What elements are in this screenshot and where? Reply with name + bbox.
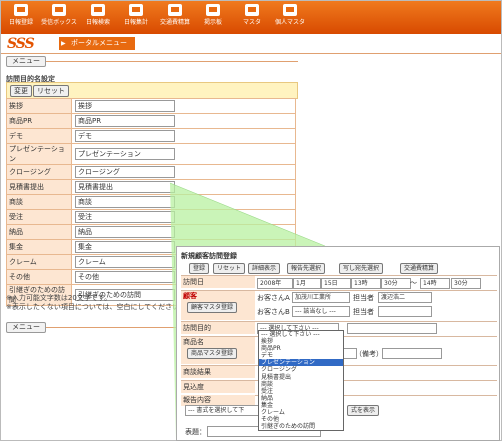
minute-to-select[interactable]: 30分 [451,278,481,289]
result-label: 商談結果 [181,366,255,378]
visit-date-label: 訪問日 [181,276,255,288]
reset-button[interactable]: リセット [213,263,246,274]
transport-expense-button[interactable]: 交通費精算 [400,263,439,274]
show-template-button[interactable]: 式を表示 [347,405,380,416]
person-a-input[interactable]: 渡辺浩二 [378,292,432,303]
dropdown-option[interactable]: 引継ぎのための訪問 [259,423,343,430]
hour-to-select[interactable]: 14時 [420,278,450,289]
dropdown-option[interactable]: クロージング [259,366,343,373]
report-template-select[interactable]: --- 書式を選択して下 [185,405,267,416]
detail-view-button[interactable]: 詳細表示 [248,263,281,274]
dropdown-option[interactable]: 商談 [259,381,343,388]
day-select[interactable]: 15日 [321,278,351,289]
time-range-separator: ～ [410,279,417,287]
hour-from-select[interactable]: 13時 [351,278,381,289]
remarks-label: （備考） [355,350,383,358]
dropdown-option[interactable]: 集金 [259,402,343,409]
prospect-label: 見込度 [181,381,255,393]
year-select[interactable]: 2008年 [257,278,293,289]
customer-b-label: お客さんB [257,308,290,316]
person-a-label: 担当者 [353,294,374,302]
customer-a-label: お客さんA [257,294,290,302]
month-select[interactable]: 1月 [293,278,321,289]
dropdown-option[interactable]: 受注 [259,388,343,395]
report-recipient-button[interactable]: 報告先選択 [287,263,326,274]
customer-master-register-button[interactable]: 顧客マスタ登録 [187,302,238,313]
dropdown-option[interactable]: 見積書提出 [259,374,343,381]
dialog-title: 新規顧客訪問登録 [181,252,237,260]
visit-purpose-label: 訪問目的 [181,322,255,334]
cc-recipient-button[interactable]: 写し宛先選択 [339,263,384,274]
person-b-input[interactable] [378,306,432,317]
product-master-register-button[interactable]: 商品マスタ登録 [187,348,238,359]
minute-from-select[interactable]: 30分 [381,278,411,289]
visit-purpose-input[interactable] [347,323,437,334]
dropdown-option[interactable]: 納品 [259,395,343,402]
visit-purpose-dropdown[interactable]: --- 選択して下さい --- 挨拶 商品PR デモ プレゼンテーション クロージング 見積… [258,330,344,432]
person-b-label: 担当者 [353,308,374,316]
customer-b-select[interactable]: --- 該当なし --- [292,306,350,317]
remarks-input[interactable] [382,348,442,359]
register-button[interactable]: 登録 [189,263,210,274]
subject-label: 表題： [185,428,206,436]
customer-a-select[interactable]: 加茂川工業所 [292,292,350,303]
